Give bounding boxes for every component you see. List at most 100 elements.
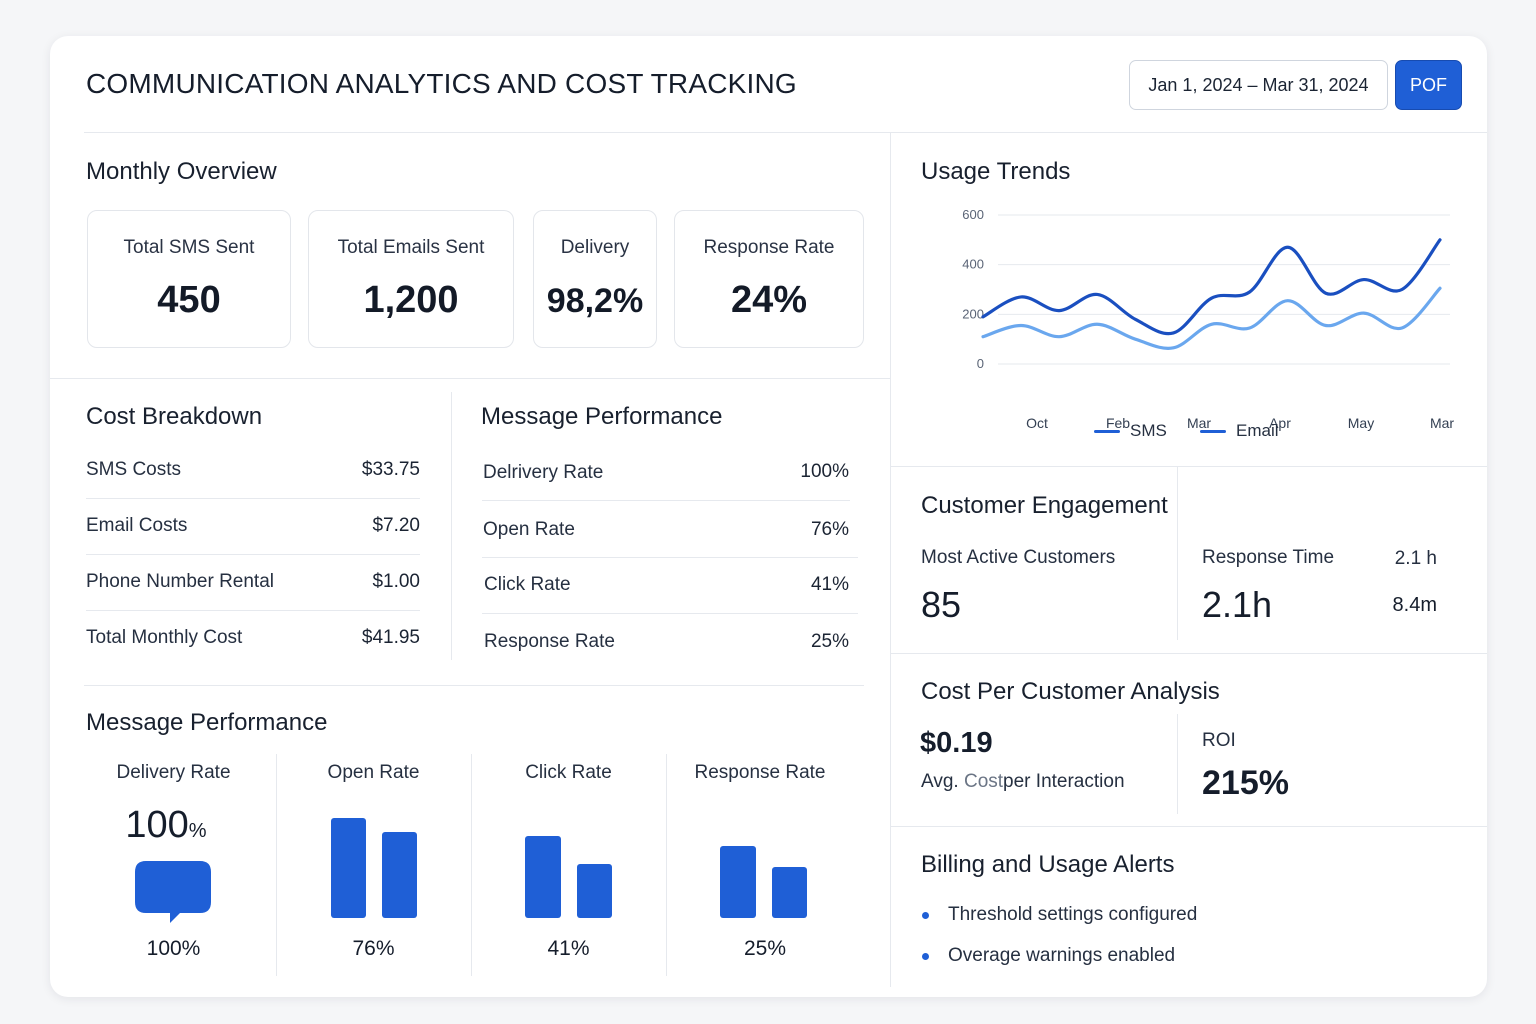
roi-label: ROI [1202,730,1236,751]
message-performance-table-title: Message Performance [481,403,723,430]
avg-cost-value: $0.19 [920,727,993,759]
response-time-small: 2.1 h [1394,548,1437,569]
header-divider [84,132,1487,133]
roi-value: 215% [1202,764,1289,802]
open-rate-label: Open Rate [327,762,420,783]
section-divider [50,378,890,379]
perf-row-label: Open Rate [483,519,575,540]
section-divider [84,685,864,686]
delivery-rate-big: 100% [86,804,246,847]
response-rate-bar-1 [720,846,756,918]
stat-value: 450 [157,279,221,321]
click-rate-bar-2 [577,864,612,918]
delivery-rate-big-unit: % [188,820,207,842]
cost-per-customer-divider [1177,714,1178,814]
x-tick-label: May [1348,415,1374,431]
series-line-sms [981,238,1442,336]
alert-item: Threshold settings configured [922,904,1197,926]
legend-sms-label: SMS [1130,421,1167,440]
row-divider [86,554,420,555]
cost-row-label: Total Monthly Cost [86,627,243,648]
message-performance-bars-title: Message Performance [86,709,328,736]
avg-cost-label: Avg. Costper Interaction [921,771,1125,793]
avg-cost-label-part1: Avg. [921,771,959,792]
delivery-rate-pct: 100% [146,937,201,960]
response-time-label: Response Time [1202,547,1335,568]
bullet-icon [922,952,929,960]
page-title: COMMUNICATION ANALYTICS AND COST TRACKIN… [86,68,797,99]
alert-item: Overage warnings enabled [922,945,1175,967]
x-tick-label: Mar [1430,415,1454,431]
cost-row-label: SMS Costs [86,459,182,480]
alert-item-label: Overage warnings enabled [948,945,1176,966]
delivery-rate-label: Delivery Rate [116,762,231,783]
perf-row-value: 100% [800,461,849,482]
row-divider [86,498,420,499]
section-divider [890,826,1487,827]
cost-row-value: $7.20 [372,515,420,536]
secondary-time-value: 8.4m [1392,594,1437,616]
engagement-divider [1177,466,1178,640]
row-divider [86,610,420,611]
x-tick-label: Oct [1026,415,1048,431]
open-rate-bar-2 [382,832,417,918]
click-rate-label: Click Rate [525,762,612,783]
stat-value: 1,200 [363,279,459,321]
date-range-picker[interactable]: Jan 1, 2024 – Mar 31, 2024 [1129,60,1388,110]
avg-cost-label-part2: Cost [963,771,1004,792]
cost-breakdown-title: Cost Breakdown [86,403,263,430]
stat-total-emails: Total Emails Sent 1,200 [308,210,514,348]
cost-row-label: Email Costs [86,515,188,536]
click-rate-bar-1 [525,836,561,918]
avg-cost-label-part3: per Interaction [1003,771,1125,792]
pdf-export-button[interactable]: POF [1395,60,1462,110]
open-rate-bar-1 [331,818,366,918]
perf-row-value: 76% [810,519,849,540]
open-rate-pct: 76% [352,937,395,960]
stat-delivery: Delivery 98,2% [533,210,657,348]
legend-sms: SMS [1094,421,1167,441]
row-divider [482,500,850,501]
billing-alerts-title: Billing and Usage Alerts [921,851,1175,878]
y-tick-label: 0 [977,356,984,371]
usage-trends-title: Usage Trends [921,158,1071,185]
cost-divider [451,392,452,660]
section-divider [890,653,1487,654]
perf-row-label: Response Rate [484,631,615,652]
y-tick-label: 600 [962,207,984,222]
stat-value: 98,2% [546,282,644,320]
y-tick-label: 400 [962,257,984,272]
stat-value: 24% [730,279,808,321]
stat-label: Total Emails Sent [337,237,485,258]
usage-trends-chart: 6004002000Oct Feb Mar Apr May Mar [962,207,1454,431]
cost-row-value: $41.95 [361,627,420,648]
dashboard-card: COMMUNICATION ANALYTICS AND COST TRACKIN… [50,36,1487,997]
row-divider [482,613,858,614]
response-rate-label: Response Rate [694,762,826,783]
monthly-overview-title: Monthly Overview [86,158,277,185]
chat-bubble-icon [135,861,211,923]
response-time-value: 2.1h [1202,584,1273,625]
most-active-value: 85 [921,584,962,625]
perf-row-value: 25% [810,631,849,652]
most-active-label: Most Active Customers [921,547,1116,568]
stat-label: Response Rate [703,237,835,258]
legend-sms-swatch [1094,429,1120,433]
cost-row-value: $1.00 [372,571,420,592]
section-divider [890,466,1487,467]
cost-row-value: $33.75 [361,459,420,480]
stat-label: Delivery [560,237,630,258]
customer-engagement-title: Customer Engagement [921,492,1168,519]
cost-row-label: Phone Number Rental [86,571,274,592]
column-divider [890,132,891,987]
row-divider [482,557,858,558]
alert-item-label: Threshold settings configured [948,904,1198,925]
perf-row-label: Delrivery Rate [483,462,604,483]
legend-email-label: Email [1236,421,1279,440]
perf-row-label: Click Rate [484,574,571,595]
click-rate-pct: 41% [547,937,590,960]
cost-per-customer-title: Cost Per Customer Analysis [921,678,1220,705]
stat-total-sms: Total SMS Sent 450 [87,210,291,348]
perf-row-value: 41% [810,574,849,595]
bullet-icon [922,911,929,919]
